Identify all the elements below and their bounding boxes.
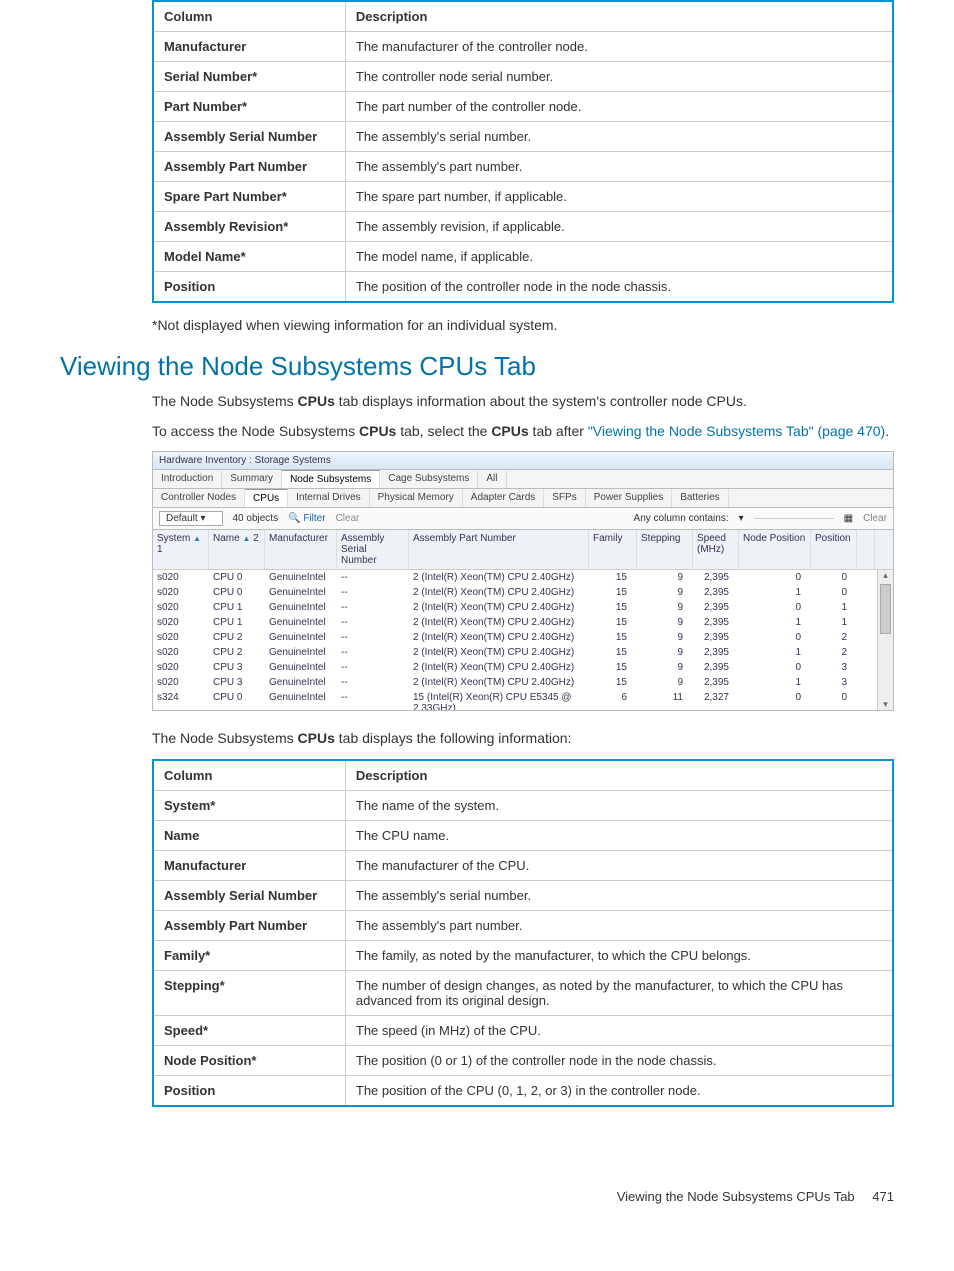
grid-row[interactable]: s324CPU 0GenuineIntel--15 (Intel(R) Xeon…	[153, 690, 893, 710]
footer-title: Viewing the Node Subsystems CPUs Tab	[617, 1189, 855, 1204]
grid-row[interactable]: s020CPU 2GenuineIntel--2 (Intel(R) Xeon(…	[153, 630, 893, 645]
top-tabs: IntroductionSummaryNode SubsystemsCage S…	[153, 470, 893, 489]
table-row: Assembly Part NumberThe assembly's part …	[153, 910, 893, 940]
grid-row[interactable]: s020CPU 3GenuineIntel--2 (Intel(R) Xeon(…	[153, 660, 893, 675]
grid-row[interactable]: s020CPU 0GenuineIntel--2 (Intel(R) Xeon(…	[153, 585, 893, 600]
any-column-contains-label: Any column contains:	[634, 513, 729, 524]
page-number: 471	[872, 1189, 894, 1204]
top-tab-introduction[interactable]: Introduction	[153, 470, 222, 488]
table1-header-description: Description	[345, 1, 893, 32]
scroll-down-arrow-icon[interactable]: ▾	[878, 699, 893, 710]
table-row: System*The name of the system.	[153, 790, 893, 820]
table-row: Node Position*The position (0 or 1) of t…	[153, 1045, 893, 1075]
chevron-down-icon: ▾	[739, 513, 744, 524]
sub-tab-power-supplies[interactable]: Power Supplies	[586, 489, 672, 507]
scroll-thumb[interactable]	[880, 584, 891, 634]
sub-tab-controller-nodes[interactable]: Controller Nodes	[153, 489, 245, 507]
sub-tab-cpus[interactable]: CPUs	[245, 489, 288, 507]
column-header-family[interactable]: Family	[589, 530, 637, 569]
sub-tab-physical-memory[interactable]: Physical Memory	[370, 489, 463, 507]
table-row: Model Name*The model name, if applicable…	[153, 242, 893, 272]
chevron-down-icon: ▾	[200, 513, 205, 524]
screenshot-hardware-inventory: Hardware Inventory : Storage Systems Int…	[152, 451, 894, 711]
table-row: Assembly Serial NumberThe assembly's ser…	[153, 122, 893, 152]
object-count-label: 40 objects	[233, 513, 279, 524]
table-row: PositionThe position of the CPU (0, 1, 2…	[153, 1075, 893, 1106]
table-row: Spare Part Number*The spare part number,…	[153, 182, 893, 212]
table-row: Serial Number*The controller node serial…	[153, 62, 893, 92]
top-tab-summary[interactable]: Summary	[222, 470, 282, 488]
table-row: Assembly Revision*The assembly revision,…	[153, 212, 893, 242]
footnote-not-displayed: *Not displayed when viewing information …	[152, 317, 894, 333]
properties-table-1: Column Description ManufacturerThe manuf…	[152, 0, 894, 303]
sub-tab-adapter-cards[interactable]: Adapter Cards	[463, 489, 544, 507]
page-footer: Viewing the Node Subsystems CPUs Tab 471	[0, 1189, 894, 1204]
table-row: ManufacturerThe manufacturer of the cont…	[153, 32, 893, 62]
table2-header-column: Column	[153, 760, 345, 791]
filter-toolbar: Default ▾ 40 objects 🔍 Filter Clear Any …	[153, 508, 893, 530]
filter-link[interactable]: 🔍 Filter	[288, 513, 325, 524]
following-info-paragraph: The Node Subsystems CPUs tab displays th…	[152, 729, 894, 749]
table-row: Stepping*The number of design changes, a…	[153, 970, 893, 1015]
grid-row[interactable]: s020CPU 3GenuineIntel--2 (Intel(R) Xeon(…	[153, 675, 893, 690]
column-header-nodepos[interactable]: Node Position	[739, 530, 811, 569]
table-row: ManufacturerThe manufacturer of the CPU.	[153, 850, 893, 880]
intro-paragraph-1: The Node Subsystems CPUs tab displays in…	[152, 392, 894, 412]
clear-left-link[interactable]: Clear	[336, 513, 360, 524]
sub-tab-batteries[interactable]: Batteries	[672, 489, 728, 507]
sub-tabs: Controller NodesCPUsInternal DrivesPhysi…	[153, 489, 893, 508]
table1-header-column: Column	[153, 1, 345, 32]
columns-icon[interactable]: ▦	[844, 513, 853, 524]
table2-header-description: Description	[345, 760, 893, 791]
section-heading: Viewing the Node Subsystems CPUs Tab	[60, 351, 894, 382]
table-row: PositionThe position of the controller n…	[153, 272, 893, 303]
link-viewing-node-subsystems[interactable]: "Viewing the Node Subsystems Tab" (page …	[588, 423, 885, 439]
column-header-stepping[interactable]: Stepping	[637, 530, 693, 569]
table-row: Family*The family, as noted by the manuf…	[153, 940, 893, 970]
scroll-up-arrow-icon[interactable]: ▴	[878, 570, 893, 581]
grid-row[interactable]: s020CPU 2GenuineIntel--2 (Intel(R) Xeon(…	[153, 645, 893, 660]
column-header-apn[interactable]: Assembly Part Number	[409, 530, 589, 569]
grid-row[interactable]: s020CPU 1GenuineIntel--2 (Intel(R) Xeon(…	[153, 615, 893, 630]
grid-header-row: System ▲ 1 Name ▲ 2 Manufacturer Assembl…	[153, 530, 893, 570]
table-row: NameThe CPU name.	[153, 820, 893, 850]
column-header-system[interactable]: System ▲ 1	[153, 530, 209, 569]
sub-tab-sfps[interactable]: SFPs	[544, 489, 585, 507]
table-row: Part Number*The part number of the contr…	[153, 92, 893, 122]
window-titlebar: Hardware Inventory : Storage Systems	[153, 452, 893, 470]
table-row: Assembly Part NumberThe assembly's part …	[153, 152, 893, 182]
column-header-speed[interactable]: Speed (MHz)	[693, 530, 739, 569]
sort-asc-icon: ▲	[242, 534, 250, 543]
column-header-name[interactable]: Name ▲ 2	[209, 530, 265, 569]
grid-row[interactable]: s020CPU 0GenuineIntel--2 (Intel(R) Xeon(…	[153, 570, 893, 585]
grid-row[interactable]: s020CPU 1GenuineIntel--2 (Intel(R) Xeon(…	[153, 600, 893, 615]
clear-right-link[interactable]: Clear	[863, 513, 887, 524]
grid-body: s020CPU 0GenuineIntel--2 (Intel(R) Xeon(…	[153, 570, 893, 710]
properties-table-2: Column Description System*The name of th…	[152, 759, 894, 1107]
filter-text-input[interactable]	[754, 518, 834, 519]
top-tab-cage-subsystems[interactable]: Cage Subsystems	[380, 470, 478, 488]
intro-paragraph-2: To access the Node Subsystems CPUs tab, …	[152, 422, 894, 442]
column-header-asn[interactable]: Assembly Serial Number	[337, 530, 409, 569]
vertical-scrollbar[interactable]: ▴ ▾	[877, 570, 893, 710]
sort-asc-icon: ▲	[193, 534, 201, 543]
top-tab-node-subsystems[interactable]: Node Subsystems	[282, 470, 380, 488]
table-row: Speed*The speed (in MHz) of the CPU.	[153, 1015, 893, 1045]
top-tab-all[interactable]: All	[478, 470, 506, 488]
table-row: Assembly Serial NumberThe assembly's ser…	[153, 880, 893, 910]
filter-preset-select[interactable]: Default ▾	[159, 511, 223, 526]
column-header-manufacturer[interactable]: Manufacturer	[265, 530, 337, 569]
sub-tab-internal-drives[interactable]: Internal Drives	[288, 489, 369, 507]
column-header-position[interactable]: Position	[811, 530, 857, 569]
